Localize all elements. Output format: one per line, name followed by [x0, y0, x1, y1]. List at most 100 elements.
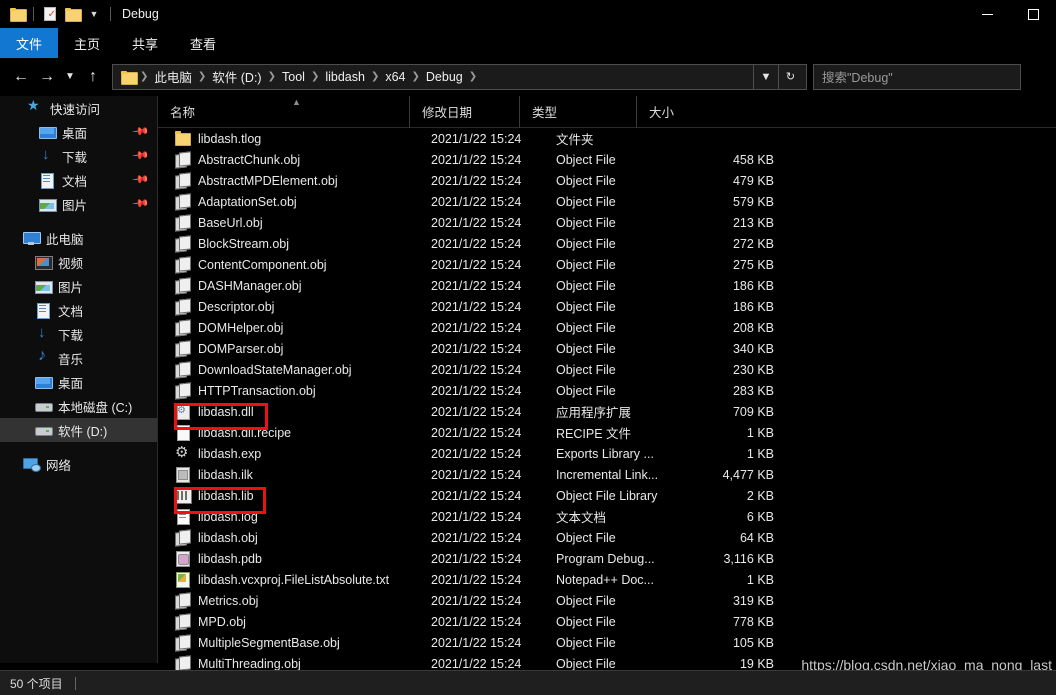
file-row[interactable]: libdash.obj 2021/1/22 15:24 Object File 64 … — [158, 527, 1056, 548]
file-row[interactable]: libdash.exp 2021/1/22 15:24 Exports Librar… — [158, 443, 1056, 464]
sidebar-item-documents[interactable]: 文档 — [0, 298, 157, 322]
navigation-pane[interactable]: 快速访问 桌面 📌 下载 📌 文档 📌 图片 📌 此电脑 — [0, 96, 157, 663]
file-row[interactable]: DownloadStateManager.obj 2021/1/22 15:24 O… — [158, 359, 1056, 380]
file-row[interactable]: libdash.tlog 2021/1/22 15:24 文件夹 — [158, 128, 1056, 149]
file-type-cell: Object File — [556, 635, 616, 650]
file-name-cell: MPD.obj — [198, 614, 246, 629]
tab-share-label: 共享 — [131, 36, 158, 52]
sidebar-item-pictures[interactable]: 图片 📌 — [0, 192, 157, 216]
file-row[interactable]: BlockStream.obj 2021/1/22 15:24 Object Fil… — [158, 233, 1056, 254]
pin-icon[interactable]: 📌 — [132, 122, 151, 141]
sidebar-group-network[interactable]: 网络 — [0, 452, 157, 476]
column-header-size[interactable]: 大小 — [636, 95, 716, 128]
file-row[interactable]: libdash.lib 2021/1/22 15:24 Object File Li… — [158, 485, 1056, 506]
file-row[interactable]: AdaptationSet.obj 2021/1/22 15:24 Object F… — [158, 191, 1056, 212]
file-row[interactable]: Descriptor.obj 2021/1/22 15:24 Object File… — [158, 296, 1056, 317]
breadcrumb-item-this-pc[interactable]: 此电脑 — [149, 67, 197, 86]
folder-icon[interactable] — [61, 3, 83, 25]
sidebar-group-quick-access[interactable]: 快速访问 — [0, 96, 157, 120]
file-type-cell: Object File — [556, 173, 616, 188]
sidebar-item-drive-d[interactable]: 软件 (D:) — [0, 418, 157, 442]
forward-arrow-icon[interactable]: → — [34, 64, 60, 90]
breadcrumb-item-x64[interactable]: x64 — [380, 70, 410, 84]
title-bar: ▼ Debug — [0, 0, 1056, 28]
breadcrumb-item-drive-d[interactable]: 软件 (D:) — [207, 67, 266, 86]
refresh-icon[interactable]: ↻ — [778, 63, 802, 90]
column-header-label: 名称 — [170, 106, 196, 120]
minimize-icon[interactable] — [964, 0, 1010, 28]
file-type-cell: Object File — [556, 593, 616, 608]
column-header-type[interactable]: 类型 — [519, 95, 636, 128]
sidebar-group-this-pc[interactable]: 此电脑 — [0, 226, 157, 250]
file-row[interactable]: libdash.pdb 2021/1/22 15:24 Program Debug.… — [158, 548, 1056, 569]
column-header-date[interactable]: 修改日期 — [409, 95, 519, 128]
sidebar-item-desktop[interactable]: 桌面 📌 — [0, 120, 157, 144]
file-type-cell: Object File Library — [556, 488, 658, 503]
file-date-cell: 2021/1/22 15:24 — [431, 404, 522, 419]
file-row[interactable]: libdash.vcxproj.FileListAbsolute.txt 2021… — [158, 569, 1056, 590]
sidebar-item-local-disk-c[interactable]: 本地磁盘 (C:) — [0, 394, 157, 418]
tab-share[interactable]: 共享 — [116, 28, 174, 58]
toolbar-divider — [33, 7, 34, 21]
maximize-icon[interactable] — [1010, 0, 1056, 28]
file-row[interactable]: MultipleSegmentBase.obj 2021/1/22 15:24 Ob… — [158, 632, 1056, 653]
dropdown-caret-icon[interactable]: ▼ — [83, 3, 105, 25]
breadcrumb-item-debug[interactable]: Debug — [421, 70, 468, 84]
file-name-cell: libdash.vcxproj.FileListAbsolute.txt — [198, 572, 390, 587]
file-row[interactable]: ContentComponent.obj 2021/1/22 15:24 Objec… — [158, 254, 1056, 275]
file-row[interactable]: HTTPTransaction.obj 2021/1/22 15:24 Object… — [158, 380, 1056, 401]
object-file-icon — [174, 382, 191, 399]
file-size-cell: 1 KB — [746, 446, 774, 461]
sidebar-item-downloads[interactable]: 下载 — [0, 322, 157, 346]
folder-icon — [117, 70, 139, 85]
file-row[interactable]: libdash.dll.recipe 2021/1/22 15:24 RECIPE … — [158, 422, 1056, 443]
recent-locations-caret-icon[interactable]: ▼ — [60, 64, 80, 90]
tab-view[interactable]: 查看 — [174, 28, 232, 58]
file-row[interactable]: DOMHelper.obj 2021/1/22 15:24 Object File 2… — [158, 317, 1056, 338]
file-row[interactable]: BaseUrl.obj 2021/1/22 15:24 Object File 213… — [158, 212, 1056, 233]
downloads-icon — [38, 146, 56, 165]
sidebar-item-pictures[interactable]: 图片 — [0, 274, 157, 298]
file-row[interactable]: AbstractChunk.obj 2021/1/22 15:24 Object F… — [158, 149, 1056, 170]
history-caret-icon[interactable]: ▼ — [754, 64, 778, 90]
breadcrumb-bar[interactable]: ❯ 此电脑 ❯ 软件 (D:) ❯ Tool ❯ libdash ❯ x64 ❯… — [112, 63, 807, 90]
file-name-cell: libdash.pdb — [198, 551, 262, 566]
file-name-cell: libdash.dll — [198, 404, 254, 419]
breadcrumb-item-libdash[interactable]: libdash — [320, 70, 370, 84]
sidebar-item-label: 本地磁盘 (C:) — [58, 400, 133, 415]
file-row[interactable]: DASHManager.obj 2021/1/22 15:24 Object Fil… — [158, 275, 1056, 296]
file-size-cell: 1 KB — [746, 572, 774, 587]
sidebar-item-documents[interactable]: 文档 📌 — [0, 168, 157, 192]
column-header-name[interactable]: 名称 ▲ — [158, 96, 409, 128]
file-row[interactable]: libdash.dll 2021/1/22 15:24 应用程序扩展 709 KB — [158, 401, 1056, 422]
pin-icon[interactable]: 📌 — [132, 170, 151, 189]
file-date-cell: 2021/1/22 15:24 — [431, 257, 522, 272]
file-row[interactable]: DOMParser.obj 2021/1/22 15:24 Object File 3… — [158, 338, 1056, 359]
save-checked-icon[interactable] — [39, 3, 61, 25]
file-size-cell: 230 KB — [732, 362, 774, 377]
file-name-cell: libdash.log — [198, 509, 258, 524]
sidebar-item-downloads[interactable]: 下载 📌 — [0, 144, 157, 168]
breadcrumb-item-tool[interactable]: Tool — [277, 70, 310, 84]
folder-icon[interactable] — [6, 3, 28, 25]
back-arrow-icon[interactable]: ← — [8, 64, 34, 90]
blank-page-icon — [174, 424, 191, 441]
up-arrow-icon[interactable]: ↑ — [80, 64, 106, 90]
network-icon — [22, 455, 41, 473]
sidebar-item-music[interactable]: 音乐 — [0, 346, 157, 370]
file-row[interactable]: libdash.ilk 2021/1/22 15:24 Incremental Li… — [158, 464, 1056, 485]
file-row[interactable]: Metrics.obj 2021/1/22 15:24 Object File 319… — [158, 590, 1056, 611]
file-row[interactable]: AbstractMPDElement.obj 2021/1/22 15:24 Obj… — [158, 170, 1056, 191]
pin-icon[interactable]: 📌 — [132, 146, 151, 165]
search-input[interactable]: 搜索"Debug" — [813, 63, 1021, 90]
tab-file[interactable]: 文件 — [0, 28, 58, 58]
sidebar-item-videos[interactable]: 视频 — [0, 250, 157, 274]
pin-icon[interactable]: 📌 — [132, 194, 151, 213]
file-row[interactable]: MPD.obj 2021/1/22 15:24 Object File 778 KB — [158, 611, 1056, 632]
sidebar-item-label: 桌面 — [58, 376, 84, 391]
tab-home[interactable]: 主页 — [58, 28, 116, 58]
file-row[interactable]: libdash.log 2021/1/22 15:24 文本文档 6 KB — [158, 506, 1056, 527]
sidebar-item-label: 下载 — [62, 150, 88, 165]
file-list[interactable]: libdash.tlog 2021/1/22 15:24 文件夹 AbstractCh… — [158, 128, 1056, 670]
sidebar-item-desktop[interactable]: 桌面 — [0, 370, 157, 394]
